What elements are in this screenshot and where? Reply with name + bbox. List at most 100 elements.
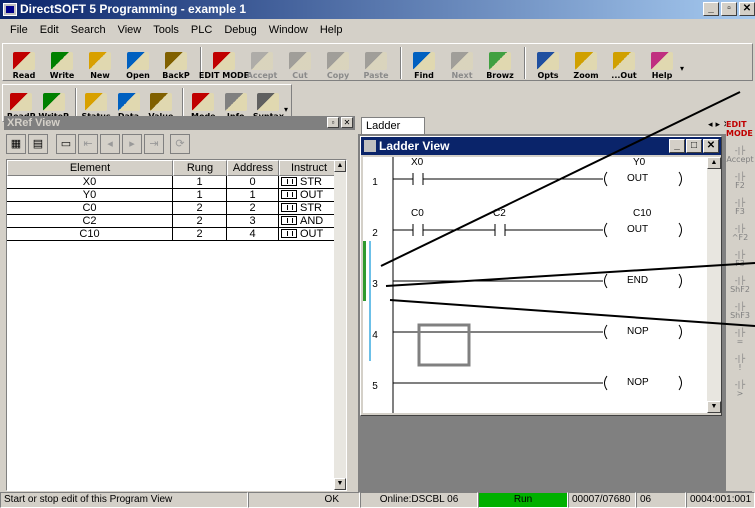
ladder-scrollbar[interactable]: ▲ ▼ — [707, 157, 721, 413]
refresh-icon[interactable]: ⟳ — [170, 134, 190, 154]
rung-number[interactable]: 4 — [365, 330, 385, 341]
coil-label[interactable]: OUT — [627, 173, 648, 184]
open-button[interactable]: Open — [120, 46, 156, 80]
instruction-button[interactable]: -|├ Accept — [726, 142, 754, 168]
instruction-button[interactable]: -|├ F3 — [726, 246, 754, 272]
list-view-icon[interactable]: ▤ — [28, 134, 48, 154]
ladder-close-button[interactable]: ✕ — [703, 139, 719, 153]
next-icon[interactable]: ▸ — [122, 134, 142, 154]
table-row[interactable]: C2 2 3 AND — [7, 215, 346, 228]
contact-label[interactable]: C2 — [493, 208, 506, 219]
menu-view[interactable]: View — [112, 24, 148, 36]
ladder-title: Ladder View — [379, 139, 450, 153]
paste-button[interactable]: Paste — [358, 46, 394, 80]
ladder-title-bar[interactable]: Ladder View _ □ ✕ — [361, 137, 721, 155]
instruction-button[interactable]: -|├ F3 — [726, 194, 754, 220]
restore-icon[interactable]: ▫ — [327, 117, 339, 128]
last-icon[interactable]: ⇥ — [144, 134, 164, 154]
menu-tools[interactable]: Tools — [147, 24, 185, 36]
instruction-button[interactable]: -|├! — [726, 350, 754, 376]
cut-button[interactable]: Cut — [282, 46, 318, 80]
table-row[interactable]: C0 2 2 STR — [7, 202, 346, 215]
instruction-button[interactable]: -|├ F2 — [726, 168, 754, 194]
xref-title[interactable]: XRef View — [4, 116, 355, 130]
menu-edit[interactable]: Edit — [34, 24, 65, 36]
toolbar2-dropdown-icon[interactable]: ▾ — [284, 105, 288, 114]
table-row[interactable]: X0 1 0 STR — [7, 176, 346, 189]
copy-button[interactable]: Copy — [320, 46, 356, 80]
ladder-minimize-button[interactable]: _ — [669, 139, 685, 153]
rung-number[interactable]: 3 — [365, 279, 385, 290]
coil-label[interactable]: NOP — [627, 377, 649, 388]
app-icon[interactable] — [3, 3, 17, 16]
new-button[interactable]: New — [82, 46, 118, 80]
scroll-up-icon[interactable]: ▲ — [334, 160, 346, 172]
ladder-scroll-down-icon[interactable]: ▼ — [707, 401, 721, 413]
cell-instruct: STR — [279, 176, 337, 189]
instruction-button[interactable]: -|├ ShF3 — [726, 298, 754, 324]
contact-label[interactable]: C0 — [411, 208, 424, 219]
edit-mode-button[interactable]: EDIT MODE — [199, 46, 249, 80]
zoom-out-button[interactable]: ...Out — [606, 46, 642, 80]
minimize-button[interactable]: _ — [703, 2, 719, 16]
scroll-down-icon[interactable]: ▼ — [334, 478, 346, 490]
contact-label[interactable]: X0 — [411, 157, 423, 168]
coil-label[interactable]: END — [627, 275, 648, 286]
instruction-button[interactable]: -|├ > — [726, 376, 754, 402]
accept-button[interactable]: Accept — [244, 46, 280, 80]
menu-file[interactable]: File — [4, 24, 34, 36]
close-icon[interactable]: ✕ — [341, 117, 353, 128]
instruction-button[interactable]: -|├ ^F2 — [726, 220, 754, 246]
rung-number[interactable]: 5 — [365, 381, 385, 392]
zoom-button[interactable]: Zoom — [568, 46, 604, 80]
coil-icon — [678, 171, 682, 187]
menu-debug[interactable]: Debug — [218, 24, 262, 36]
cell-address: 4 — [227, 228, 279, 241]
table-row[interactable]: C10 2 4 OUT — [7, 228, 346, 241]
table-row[interactable]: Y0 1 1 OUT — [7, 189, 346, 202]
close-button[interactable]: ✕ — [739, 2, 755, 16]
zoom-out-icon — [613, 52, 635, 70]
title-bar[interactable]: DirectSOFT 5 Programming - example 1 _ ▫… — [0, 0, 755, 19]
rung-number[interactable]: 2 — [365, 228, 385, 239]
instruction-button[interactable]: -|├ ShF2 — [726, 272, 754, 298]
first-icon[interactable]: ⇤ — [78, 134, 98, 154]
cell-rung: 1 — [173, 176, 227, 189]
menu-window[interactable]: Window — [263, 24, 314, 36]
rung-selection-marker — [369, 241, 371, 361]
ladder-canvas[interactable]: 1 X0 Y0 OUT 2 C0 C2 C10 OUT 3 END 4 NOP 5 NOP — [363, 157, 707, 413]
read-button[interactable]: Read — [6, 46, 42, 80]
instruction-button[interactable]: -|├ = — [726, 324, 754, 350]
grid-view-icon[interactable]: ▦ — [6, 134, 26, 154]
backup-button[interactable]: BackP — [158, 46, 194, 80]
browse-button[interactable]: Browz — [482, 46, 518, 80]
find-button[interactable]: Find — [406, 46, 442, 80]
menu-search[interactable]: Search — [65, 24, 112, 36]
ladder-scroll-up-icon[interactable]: ▲ — [707, 157, 721, 169]
restore-button[interactable]: ▫ — [721, 2, 737, 16]
ladder-maximize-button[interactable]: □ — [686, 139, 702, 153]
options-button[interactable]: Opts — [530, 46, 566, 80]
menu-help[interactable]: Help — [314, 24, 349, 36]
help-button[interactable]: Help — [644, 46, 680, 80]
col-header-address[interactable]: Address — [227, 160, 279, 176]
col-header-instruct[interactable]: Instruct — [279, 160, 337, 176]
next-button[interactable]: Next — [444, 46, 480, 80]
prev-icon[interactable]: ◂ — [100, 134, 120, 154]
coil-address[interactable]: C10 — [633, 208, 651, 219]
coil-icon — [604, 375, 608, 391]
menu-plc[interactable]: PLC — [185, 24, 218, 36]
col-header-element[interactable]: Element — [7, 160, 173, 176]
toolbar-dropdown-icon[interactable]: ▾ — [680, 64, 684, 73]
coil-address[interactable]: Y0 — [633, 157, 645, 168]
write-button[interactable]: Write — [44, 46, 80, 80]
coil-label[interactable]: OUT — [627, 224, 648, 235]
rung-number[interactable]: 1 — [365, 177, 385, 188]
col-header-rung[interactable]: Rung — [173, 160, 227, 176]
find-icon — [413, 52, 435, 70]
tab-ladder-view[interactable]: Ladder View — [361, 117, 425, 148]
coil-label[interactable]: NOP — [627, 326, 649, 337]
instruction-button[interactable]: EDIT MODE — [726, 116, 754, 142]
layout-icon[interactable]: ▭ — [56, 134, 76, 154]
xref-scrollbar[interactable]: ▲ ▼ — [334, 160, 346, 490]
